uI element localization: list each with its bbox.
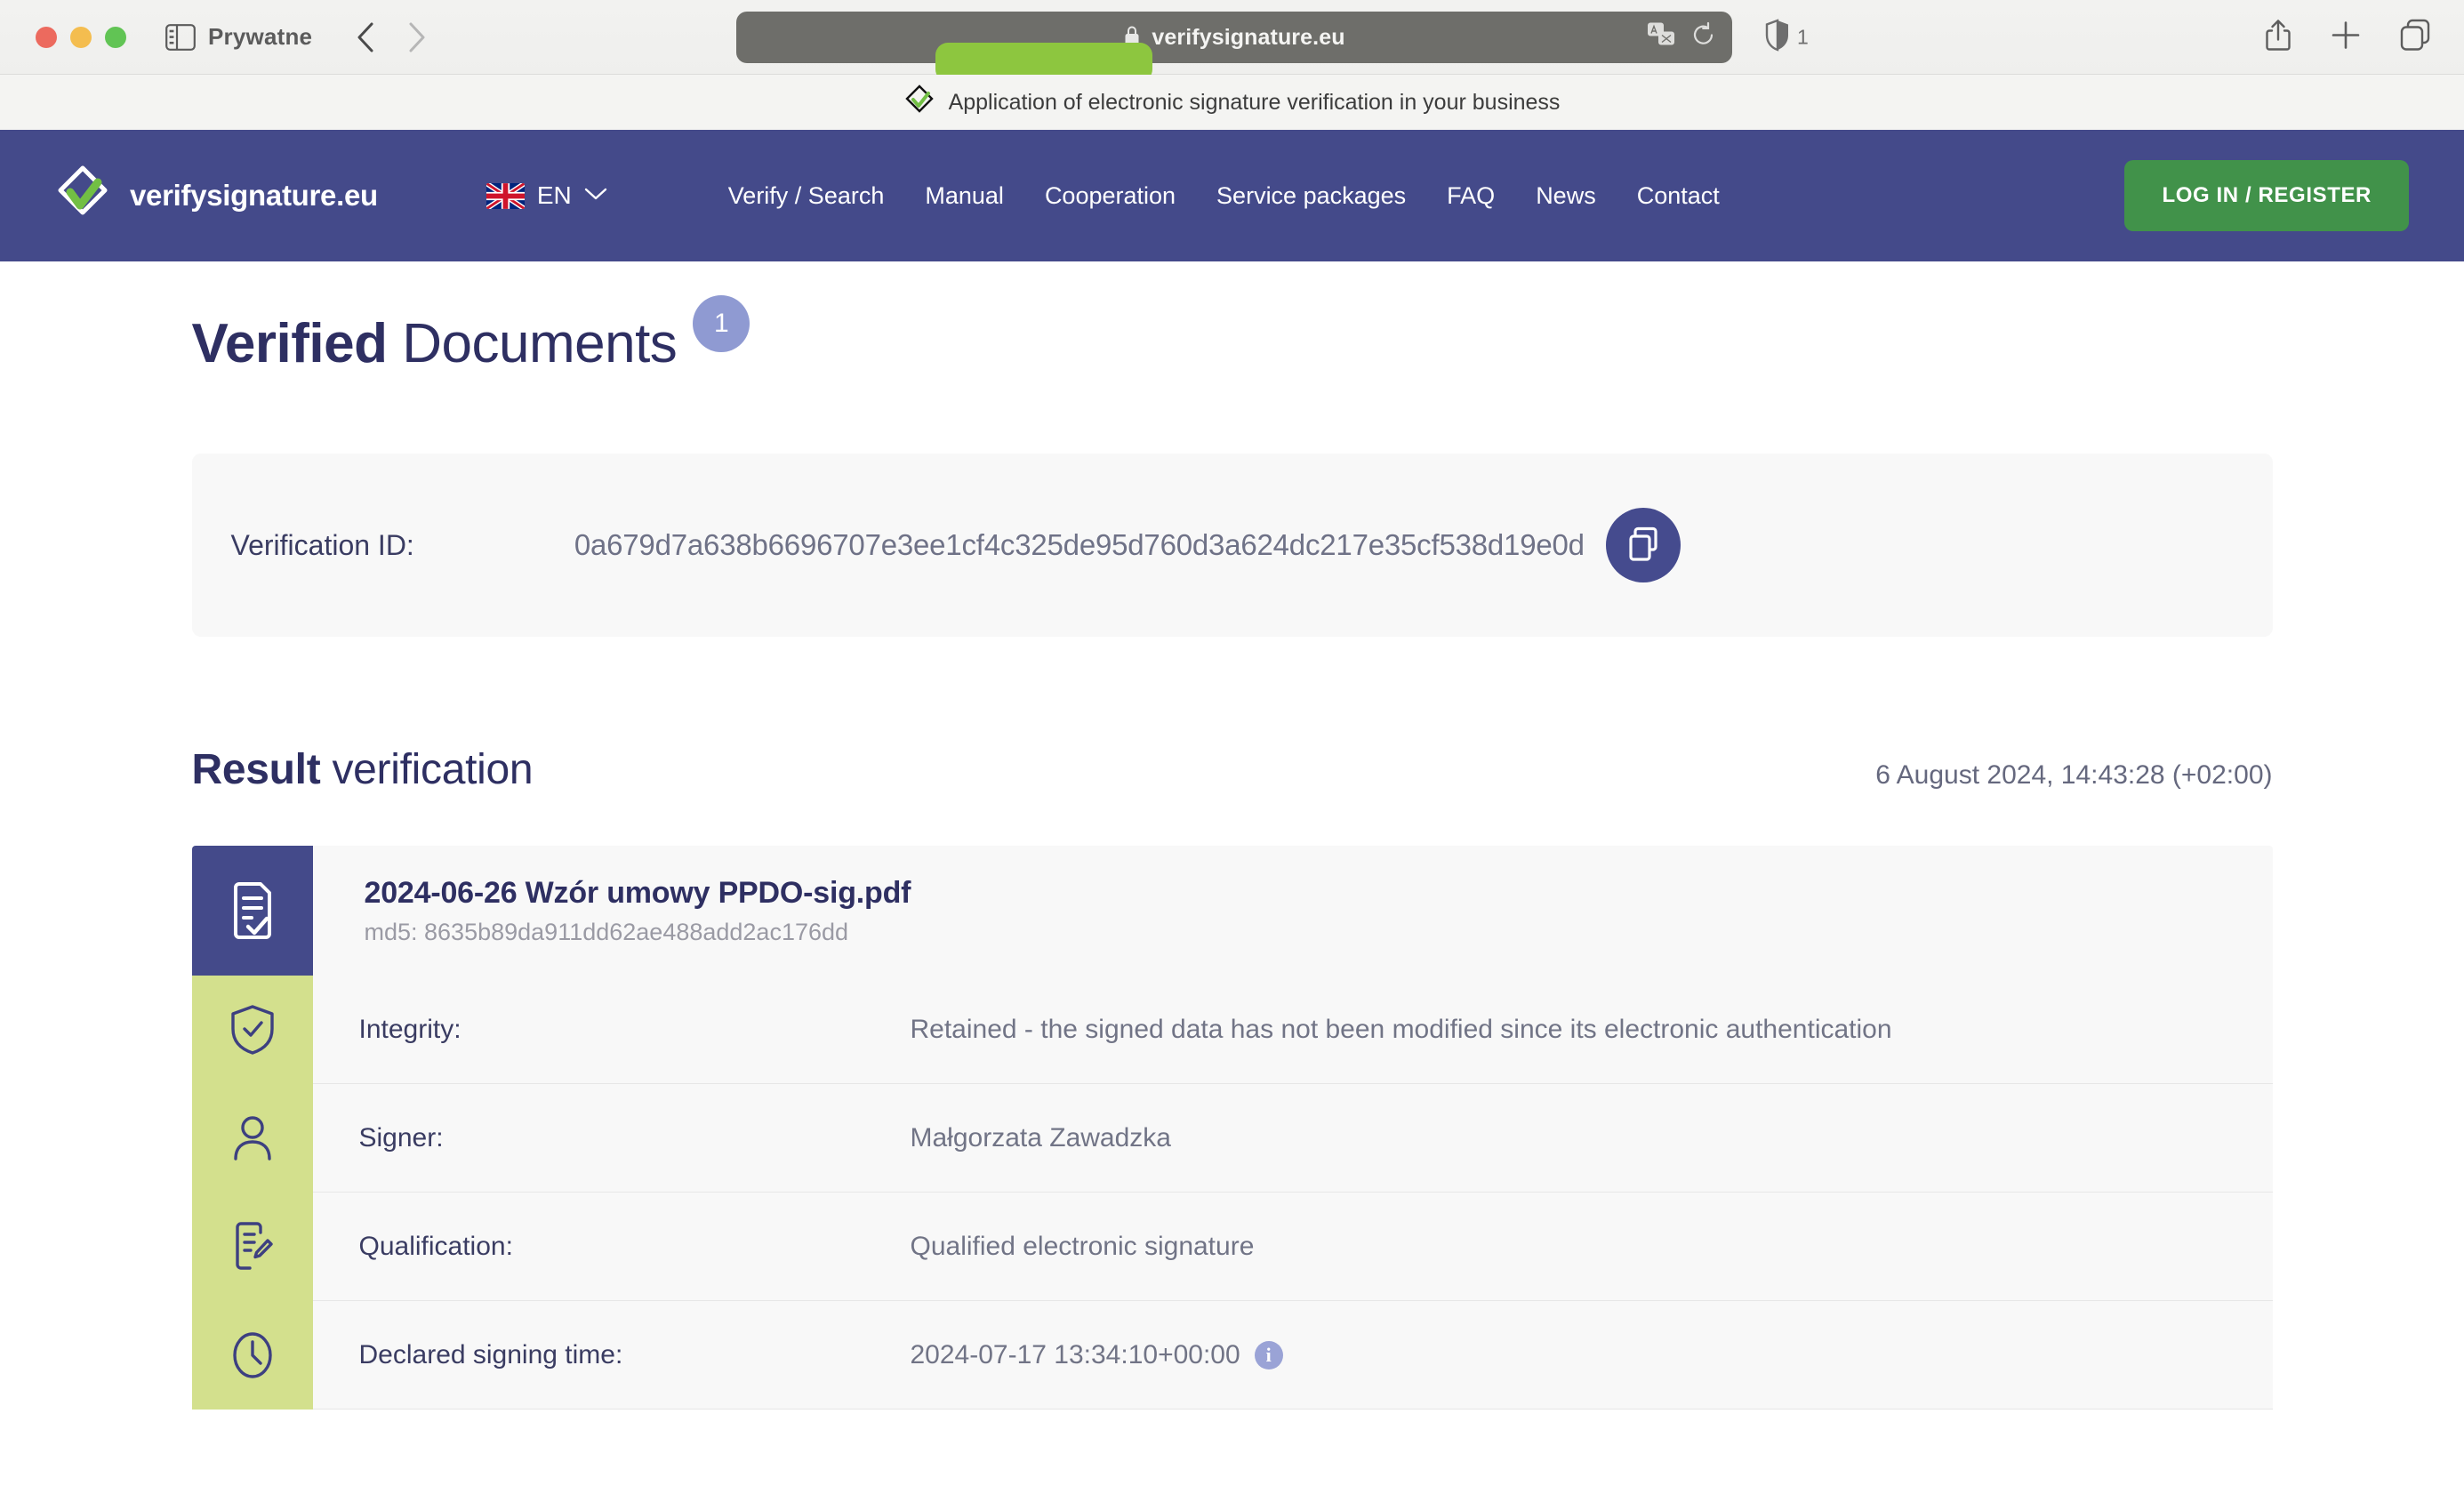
shield-check-icon (191, 976, 313, 1084)
document-check-icon (191, 846, 313, 976)
document-pen-icon (191, 1193, 313, 1301)
close-window-button[interactable] (36, 26, 57, 48)
sidebar-icon[interactable] (165, 23, 196, 51)
document-md5: md5: 8635b89da911dd62ae488add2ac176dd (364, 918, 849, 945)
page-title: Verified Documents (192, 317, 678, 372)
detail-row-signer: Signer: Małgorzata Zawadzka (191, 1084, 2273, 1193)
window-controls (36, 26, 126, 48)
person-icon (191, 1084, 313, 1193)
detail-value-qualification: Qualified electronic signature (910, 1231, 1255, 1261)
result-title-strong: Result (191, 746, 321, 793)
main-navigation: Verify / Search Manual Cooperation Servi… (728, 182, 1720, 210)
page-title-light: Documents (402, 313, 678, 374)
forward-chevron-icon[interactable] (399, 20, 435, 55)
verification-id-value: 0a679d7a638b6696707e3ee1cf4c325de95d760d… (574, 528, 1585, 561)
language-selector[interactable]: EN (486, 181, 607, 210)
detail-body-signing-time: Declared signing time: 2024-07-17 13:34:… (312, 1301, 2273, 1410)
signing-time-text: 2024-07-17 13:34:10+00:00 (910, 1339, 1240, 1369)
detail-row-qualification: Qualification: Qualified electronic sign… (191, 1193, 2273, 1301)
detail-value-integrity: Retained - the signed data has not been … (910, 1014, 1892, 1044)
site-navbar: verifysignature.eu EN Verify / Search Ma… (0, 130, 2464, 261)
verification-id-label: Verification ID: (230, 528, 414, 561)
privacy-report[interactable]: 1 (1765, 18, 1809, 55)
document-name: 2024-06-26 Wzór umowy PPDO-sig.pdf (364, 875, 911, 910)
result-verification-header: Result verification 6 August 2024, 14:43… (192, 745, 2273, 794)
tracker-count: 1 (1797, 25, 1809, 48)
page-title-row: Verified Documents 1 (192, 261, 2273, 372)
detail-value-signing-time: 2024-07-17 13:34:10+00:00 i (911, 1340, 1283, 1370)
toolbar-right-actions (2265, 18, 2430, 56)
minimize-window-button[interactable] (70, 26, 92, 48)
result-verification-title: Result verification (192, 745, 534, 794)
detail-value-signer: Małgorzata Zawadzka (910, 1122, 1171, 1153)
detail-row-integrity: Integrity: Retained - the signed data ha… (191, 976, 2273, 1084)
document-result-card: 2024-06-26 Wzór umowy PPDO-sig.pdf md5: … (191, 846, 2273, 1410)
nav-item-contact[interactable]: Contact (1637, 182, 1720, 210)
detail-row-signing-time: Declared signing time: 2024-07-17 13:34:… (191, 1301, 2273, 1410)
copy-verification-id-button[interactable] (1605, 508, 1681, 582)
detail-label-qualification: Qualification: (358, 1231, 513, 1261)
top-banner-text: Application of electronic signature veri… (948, 89, 1561, 115)
share-icon[interactable] (2265, 18, 2291, 56)
login-register-button[interactable]: LOG IN / REGISTER (2124, 160, 2409, 231)
detail-label-signer: Signer: (358, 1122, 444, 1153)
detail-body-integrity: Integrity: Retained - the signed data ha… (312, 976, 2273, 1084)
detail-body-qualification: Qualification: Qualified electronic sign… (312, 1193, 2273, 1301)
language-code: EN (536, 181, 572, 209)
site-top-banner: Application of electronic signature veri… (0, 75, 2464, 130)
nav-item-verify-search[interactable]: Verify / Search (728, 182, 885, 210)
nav-item-service-packages[interactable]: Service packages (1216, 182, 1406, 210)
verifysignature-logo-icon (904, 84, 935, 121)
document-card-header: 2024-06-26 Wzór umowy PPDO-sig.pdf md5: … (191, 846, 2273, 976)
document-meta: 2024-06-26 Wzór umowy PPDO-sig.pdf md5: … (312, 846, 2273, 976)
page-content: Verified Documents 1 Verification ID: 0a… (0, 261, 2464, 1410)
brand-logo-link[interactable]: verifysignature.eu (55, 165, 378, 228)
copy-icon (1625, 526, 1661, 566)
tab-group-label[interactable]: Prywatne (208, 23, 312, 51)
result-title-light: verification (332, 746, 534, 793)
address-bar[interactable]: verifysignature.eu (736, 12, 1732, 63)
browser-toolbar: Prywatne verifysignature.eu 1 (0, 0, 2464, 75)
tab-overview-icon[interactable] (2400, 19, 2430, 55)
nav-item-news[interactable]: News (1536, 182, 1596, 210)
detail-label-integrity: Integrity: (358, 1014, 461, 1044)
translate-icon[interactable] (1647, 22, 1677, 53)
reload-icon[interactable] (1691, 21, 1716, 53)
clock-icon (191, 1301, 313, 1410)
result-timestamp: 6 August 2024, 14:43:28 (+02:00) (1875, 760, 2273, 790)
detail-label-signing-time: Declared signing time: (358, 1339, 623, 1369)
info-icon[interactable]: i (1254, 1340, 1283, 1369)
url-text: verifysignature.eu (1152, 24, 1345, 50)
detail-body-signer: Signer: Małgorzata Zawadzka (312, 1084, 2273, 1193)
nav-item-cooperation[interactable]: Cooperation (1045, 182, 1176, 210)
verifysignature-logo-icon (55, 165, 110, 228)
brand-name: verifysignature.eu (130, 179, 378, 212)
uk-flag-icon (486, 182, 525, 209)
nav-item-faq[interactable]: FAQ (1447, 182, 1495, 210)
back-chevron-icon[interactable] (348, 20, 383, 55)
page-title-strong: Verified (191, 313, 389, 374)
status-badge: 1 (693, 295, 750, 352)
chevron-down-icon (584, 187, 607, 205)
address-bar-actions (1647, 21, 1716, 53)
privacy-shield-icon (1765, 18, 1790, 55)
verification-id-card: Verification ID: 0a679d7a638b6696707e3ee… (191, 454, 2273, 637)
maximize-window-button[interactable] (105, 26, 126, 48)
plus-icon[interactable] (2331, 20, 2361, 54)
nav-item-manual[interactable]: Manual (925, 182, 1004, 210)
